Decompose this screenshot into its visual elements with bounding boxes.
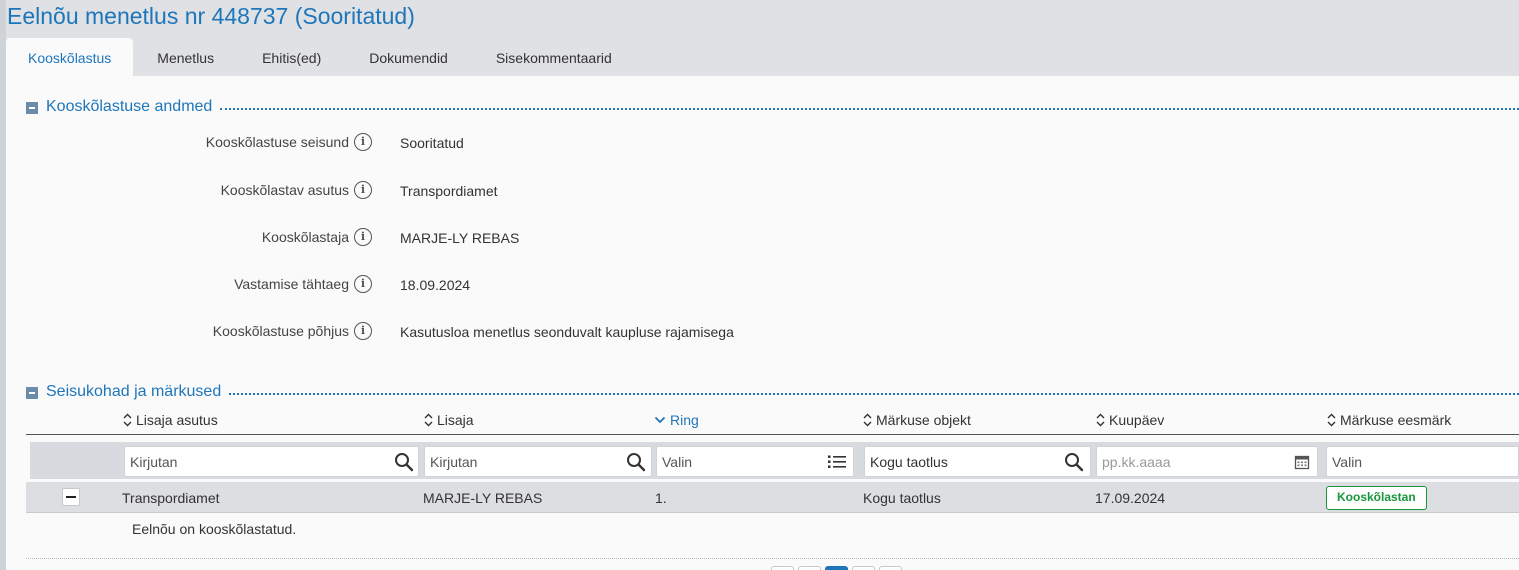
field-row-reason: Kooskõlastuse põhjus i Kasutusloa menetl… — [6, 321, 1519, 343]
tab-content: Kooskõlastuse andmed Kooskõlastuse seisu… — [6, 76, 1519, 570]
field-label: Kooskõlastaja — [261, 229, 349, 245]
pagination-next-button[interactable] — [852, 566, 875, 570]
column-header-markuse-objekt[interactable]: Märkuse objekt — [863, 412, 971, 428]
section-divider — [229, 392, 1519, 395]
tab-kooskolastus[interactable]: Kooskõlastus — [6, 38, 134, 76]
filter-kuupaev-date-input[interactable] — [1096, 446, 1318, 477]
field-row-agency: Kooskõlastav asutus i Transpordiamet — [6, 180, 1519, 202]
field-value: Kasutusloa menetlus seonduvalt kaupluse … — [400, 324, 734, 340]
field-row-approver: Kooskõlastaja i MARJE-LY REBAS — [6, 227, 1519, 249]
info-circle-icon[interactable]: i — [354, 133, 372, 151]
field-value: Transpordiamet — [400, 183, 498, 199]
field-value: 18.09.2024 — [400, 277, 471, 293]
column-header-lisaja-asutus[interactable]: Lisaja asutus — [123, 412, 218, 428]
pagination-prev-button[interactable] — [798, 566, 821, 570]
info-circle-icon[interactable]: i — [354, 275, 372, 293]
collapse-row-button[interactable] — [62, 488, 80, 506]
remark-comment: Eelnõu on kooskõlastatud. — [132, 521, 297, 537]
sort-descending-icon — [654, 416, 666, 424]
status-badge: Kooskõlastan — [1326, 486, 1427, 510]
column-header-label: Lisaja — [437, 412, 474, 428]
table-row[interactable]: Transpordiamet MARJE-LY REBAS 1. Kogu ta… — [26, 482, 1519, 513]
sort-icon — [1096, 413, 1105, 427]
info-circle-icon[interactable]: i — [354, 322, 372, 340]
column-header-ring[interactable]: Ring — [654, 412, 699, 428]
page-title: Eelnõu menetlus nr 448737 (Sooritatud) — [7, 3, 415, 29]
field-label: Vastamise tähtaeg — [234, 276, 349, 292]
sort-icon — [863, 413, 872, 427]
sort-icon — [123, 413, 132, 427]
tab-ehitised[interactable]: Ehitis(ed) — [238, 38, 345, 76]
field-value: MARJE-LY REBAS — [400, 230, 520, 246]
pagination-first-button[interactable] — [771, 566, 794, 570]
filter-row — [30, 442, 1519, 479]
section-divider — [220, 107, 1519, 110]
field-row-status: Kooskõlastuse seisund i Sooritatud — [6, 132, 1519, 154]
approval-details-section-header[interactable]: Kooskõlastuse andmed — [26, 98, 1519, 116]
collapse-icon[interactable] — [26, 101, 38, 114]
row-divider — [26, 558, 1519, 559]
tab-menetlus[interactable]: Menetlus — [133, 38, 238, 76]
cell-ring: 1. — [655, 490, 667, 506]
field-label: Kooskõlastuse põhjus — [212, 323, 349, 339]
pagination — [771, 566, 902, 570]
tab-dokumendid[interactable]: Dokumendid — [345, 38, 472, 76]
field-value: Sooritatud — [400, 135, 464, 151]
filter-ring-select[interactable] — [656, 446, 854, 477]
remarks-section-header[interactable]: Seisukohad ja märkused — [26, 383, 1519, 401]
sort-icon — [1327, 413, 1336, 427]
field-row-deadline: Vastamise tähtaeg i 18.09.2024 — [6, 274, 1519, 296]
cell-markuse-objekt: Kogu taotlus — [863, 490, 941, 506]
cell-lisaja: MARJE-LY REBAS — [423, 490, 543, 506]
column-header-label: Märkuse eesmärk — [1340, 412, 1452, 428]
pagination-current-page[interactable] — [825, 566, 848, 570]
tab-bar: Kooskõlastus Menetlus Ehitis(ed) Dokumen… — [6, 38, 636, 76]
tab-sisekommentaarid[interactable]: Sisekommentaarid — [472, 38, 636, 76]
info-circle-icon[interactable]: i — [354, 181, 372, 199]
sort-icon — [424, 413, 433, 427]
info-circle-icon[interactable]: i — [354, 228, 372, 246]
column-header-label: Ring — [670, 412, 699, 428]
section-title: Seisukohad ja märkused — [46, 383, 222, 400]
section-title: Kooskõlastuse andmed — [46, 98, 213, 115]
column-header-label: Kuupäev — [1109, 412, 1165, 428]
filter-lisaja-input[interactable] — [424, 446, 652, 477]
filter-lisaja-asutus-input[interactable] — [124, 446, 419, 477]
collapse-icon[interactable] — [26, 386, 38, 399]
field-label: Kooskõlastav asutus — [220, 182, 349, 198]
cell-kuupaev: 17.09.2024 — [1095, 490, 1166, 506]
header-divider — [26, 434, 1519, 435]
cell-lisaja-asutus: Transpordiamet — [122, 490, 220, 506]
filter-markuse-objekt-input[interactable] — [864, 446, 1091, 477]
column-header-label: Märkuse objekt — [876, 412, 971, 428]
pagination-last-button[interactable] — [879, 566, 902, 570]
column-header-markuse-eesmark[interactable]: Märkuse eesmärk — [1327, 412, 1451, 428]
field-label: Kooskõlastuse seisund — [205, 134, 349, 150]
filter-markuse-eesmark-select[interactable] — [1326, 446, 1519, 477]
page-header: Eelnõu menetlus nr 448737 (Sooritatud) K… — [6, 0, 1519, 76]
column-header-lisaja[interactable]: Lisaja — [424, 412, 474, 428]
column-header-kuupaev[interactable]: Kuupäev — [1096, 412, 1164, 428]
column-header-label: Lisaja asutus — [136, 412, 218, 428]
